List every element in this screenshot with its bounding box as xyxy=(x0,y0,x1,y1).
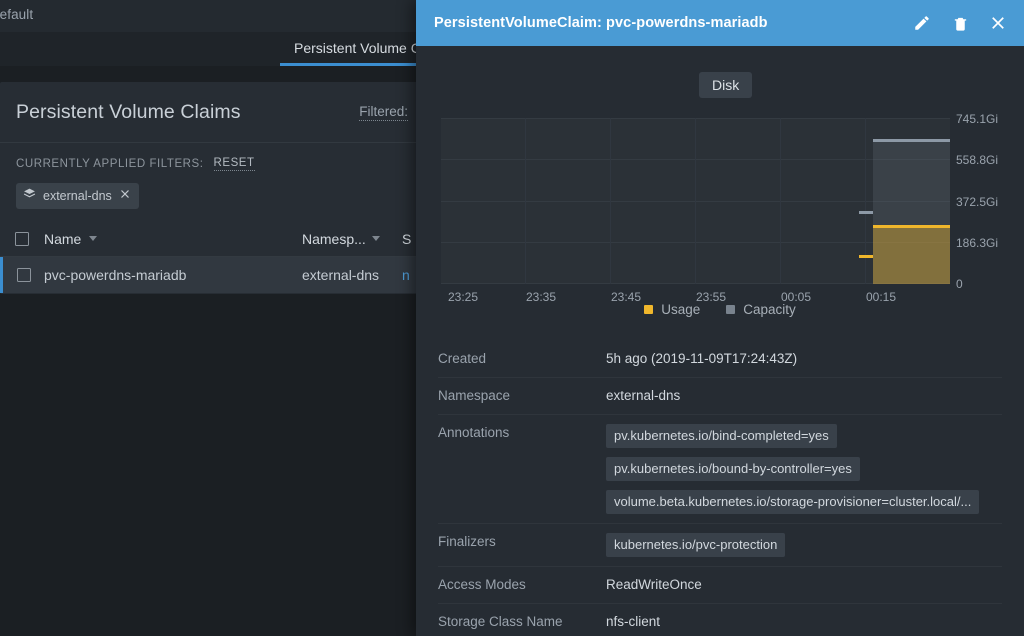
cell-namespace: external-dns xyxy=(302,267,380,283)
layers-icon xyxy=(23,187,36,205)
grid-separator xyxy=(525,118,526,284)
tab-persistent-volume-claims[interactable]: Persistent Volume C xyxy=(280,32,435,66)
filtered-link[interactable]: Filtered: xyxy=(359,104,408,121)
grid-separator xyxy=(695,118,696,284)
screen: default Persistent Volume C Persistent V… xyxy=(0,0,1024,636)
y-tick-label: 0 xyxy=(956,277,963,291)
table-row[interactable]: pvc-powerdns-mariadb external-dns n xyxy=(0,257,430,293)
close-icon[interactable] xyxy=(119,187,131,205)
annotation-chip[interactable]: pv.kubernetes.io/bind-completed=yes xyxy=(606,424,837,448)
column-header-namespace-label: Namesp... xyxy=(302,230,366,247)
select-all-checkbox[interactable] xyxy=(0,231,44,246)
persistent-volume-claims-card: Persistent Volume Claims Filtered: CURRE… xyxy=(0,82,430,294)
delete-button[interactable] xyxy=(950,13,970,33)
panel-body: Disk 745.1Gi 558.8Gi 372.5Gi 186.3Gi 0 2… xyxy=(416,46,1024,636)
detail-key: Created xyxy=(438,351,487,366)
annotation-chip[interactable]: volume.beta.kubernetes.io/storage-provis… xyxy=(606,490,980,514)
disk-chart: 745.1Gi 558.8Gi 372.5Gi 186.3Gi 0 23:25 … xyxy=(416,112,1024,304)
panel-header: PersistentVolumeClaim: pvc-powerdns-mari… xyxy=(416,0,1024,46)
detail-key: Storage Class Name xyxy=(438,614,563,629)
detail-row-annotations: Annotations pv.kubernetes.io/bind-comple… xyxy=(438,415,1002,524)
page-title: Persistent Volume Claims xyxy=(16,100,241,123)
legend-label: Usage xyxy=(661,302,701,317)
chevron-down-icon xyxy=(89,236,98,241)
checkbox-icon xyxy=(16,268,31,282)
applied-filters-section: CURRENTLY APPLIED FILTERS: RESET externa… xyxy=(0,143,430,221)
metrics-section: Disk 745.1Gi 558.8Gi 372.5Gi 186.3Gi 0 2… xyxy=(416,46,1024,341)
column-header-name-label: Name xyxy=(44,230,82,247)
legend-item-capacity[interactable]: Capacity xyxy=(726,302,796,317)
reset-filters-button[interactable]: RESET xyxy=(213,157,255,171)
y-tick-label: 186.3Gi xyxy=(956,236,999,250)
checkbox-icon xyxy=(15,231,29,246)
edit-button[interactable] xyxy=(912,13,932,33)
annotation-chip[interactable]: pv.kubernetes.io/bound-by-controller=yes xyxy=(606,457,860,481)
close-button[interactable] xyxy=(988,13,1008,33)
y-tick-label: 558.8Gi xyxy=(956,153,999,167)
filter-chip-external-dns[interactable]: external-dns xyxy=(16,183,139,209)
detail-key: Finalizers xyxy=(438,534,496,549)
filter-chip-label: external-dns xyxy=(43,189,112,203)
legend-item-usage[interactable]: Usage xyxy=(644,302,700,317)
usage-step-marker xyxy=(859,255,873,258)
detail-value: kubernetes.io/pvc-protection xyxy=(606,533,1002,557)
grid-separator xyxy=(610,118,611,284)
panel-title: PersistentVolumeClaim: pvc-powerdns-mari… xyxy=(434,15,768,31)
detail-row-created: Created 5h ago (2019-11-09T17:24:43Z) xyxy=(438,341,1002,378)
detail-value: ReadWriteOnce xyxy=(606,577,702,592)
usage-area xyxy=(873,225,950,284)
detail-value: 5h ago (2019-11-09T17:24:43Z) xyxy=(606,351,798,366)
detail-key: Access Modes xyxy=(438,577,526,592)
table-header: Name Namesp... S xyxy=(0,221,430,257)
y-tick-label: 745.1Gi xyxy=(956,112,999,126)
column-header-name[interactable]: Name xyxy=(44,231,302,247)
panel-header-actions xyxy=(912,13,1012,33)
y-tick-label: 372.5Gi xyxy=(956,195,999,209)
card-header: Persistent Volume Claims Filtered: xyxy=(0,82,430,143)
detail-row-access-modes: Access Modes ReadWriteOnce xyxy=(438,567,1002,604)
detail-value: nfs-client xyxy=(606,614,661,629)
legend-swatch-icon xyxy=(726,305,736,314)
metric-tab-disk[interactable]: Disk xyxy=(699,72,753,98)
chevron-down-icon xyxy=(371,236,380,241)
detail-value: pv.kubernetes.io/bind-completed=yes pv.k… xyxy=(606,424,1002,514)
details-list: Created 5h ago (2019-11-09T17:24:43Z) Na… xyxy=(416,341,1024,636)
detail-row-storage-class-name: Storage Class Name nfs-client xyxy=(438,604,1002,636)
chart-y-axis: 745.1Gi 558.8Gi 372.5Gi 186.3Gi 0 xyxy=(956,112,1024,291)
breadcrumb[interactable]: default xyxy=(0,7,33,22)
chart-plot-area xyxy=(441,118,950,284)
applied-filters-label: CURRENTLY APPLIED FILTERS: xyxy=(16,158,204,170)
legend-swatch-icon xyxy=(644,305,654,314)
detail-key: Annotations xyxy=(438,425,510,440)
detail-panel: PersistentVolumeClaim: pvc-powerdns-mari… xyxy=(416,0,1024,636)
capacity-step-marker xyxy=(859,211,873,214)
detail-key: Namespace xyxy=(438,388,511,403)
grid-separator xyxy=(865,118,866,284)
finalizer-chip[interactable]: kubernetes.io/pvc-protection xyxy=(606,533,786,557)
legend-label: Capacity xyxy=(743,302,796,317)
column-header-namespace[interactable]: Namesp... xyxy=(302,231,402,247)
grid-separator xyxy=(780,118,781,284)
detail-row-namespace: Namespace external-dns xyxy=(438,378,1002,415)
cell-name: pvc-powerdns-mariadb xyxy=(44,267,187,283)
detail-value: external-dns xyxy=(606,388,681,403)
row-checkbox[interactable] xyxy=(3,268,44,282)
chart-legend: Usage Capacity xyxy=(416,302,1024,317)
detail-row-finalizers: Finalizers kubernetes.io/pvc-protection xyxy=(438,524,1002,567)
